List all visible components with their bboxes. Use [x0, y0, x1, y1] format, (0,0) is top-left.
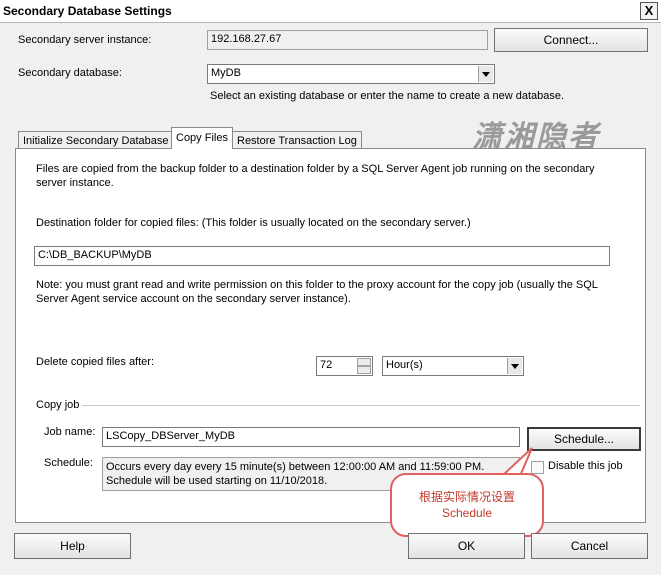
tab-copy-files[interactable]: Copy Files	[171, 127, 233, 149]
database-hint: Select an existing database or enter the…	[210, 90, 565, 102]
delete-after-spinner[interactable]: 72	[316, 356, 373, 376]
destination-input[interactable]: C:\DB_BACKUP\MyDB	[34, 246, 610, 266]
title-bar: Secondary Database Settings X	[0, 0, 661, 23]
server-instance-field: 192.168.27.67	[207, 30, 488, 50]
tab-restore[interactable]: Restore Transaction Log	[232, 131, 362, 149]
intro-text: Files are copied from the backup folder …	[36, 163, 595, 189]
permission-note: Note: you must grant read and write perm…	[36, 279, 598, 305]
delete-unit-value: Hour(s)	[386, 359, 423, 371]
server-label: Secondary server instance:	[18, 34, 152, 46]
close-button[interactable]: X	[640, 2, 658, 20]
spin-down-icon[interactable]	[357, 366, 371, 374]
disable-job-label: Disable this job	[548, 460, 623, 472]
job-name-input[interactable]: LSCopy_DBServer_MyDB	[102, 427, 520, 447]
annotation-callout: 根据实际情况设置 Schedule	[390, 473, 544, 537]
copy-job-header: Copy job	[36, 399, 80, 411]
ok-button[interactable]: OK	[408, 533, 525, 559]
window-title: Secondary Database Settings	[3, 4, 172, 18]
schedule-button[interactable]: Schedule...	[527, 427, 641, 451]
delete-unit-combo[interactable]: Hour(s)	[382, 356, 524, 376]
callout-line-2: Schedule	[441, 506, 493, 520]
copy-job-divider	[82, 405, 640, 406]
tab-initialize[interactable]: Initialize Secondary Database	[18, 131, 174, 149]
callout-line-1: 根据实际情况设置	[418, 490, 515, 504]
job-name-label: Job name:	[44, 426, 96, 438]
chevron-down-icon[interactable]	[507, 358, 522, 374]
spin-up-icon[interactable]	[357, 358, 371, 366]
delete-after-label: Delete copied files after:	[36, 356, 155, 368]
database-label: Secondary database:	[18, 67, 122, 79]
delete-after-value: 72	[320, 359, 333, 371]
chevron-down-icon[interactable]	[478, 66, 493, 82]
database-combo[interactable]: MyDB	[207, 64, 495, 84]
database-value: MyDB	[211, 67, 241, 79]
cancel-button[interactable]: Cancel	[531, 533, 648, 559]
connect-button[interactable]: Connect...	[494, 28, 648, 52]
help-button[interactable]: Help	[14, 533, 131, 559]
schedule-label: Schedule:	[44, 457, 93, 469]
destination-label: Destination folder for copied files: (Th…	[36, 217, 471, 229]
